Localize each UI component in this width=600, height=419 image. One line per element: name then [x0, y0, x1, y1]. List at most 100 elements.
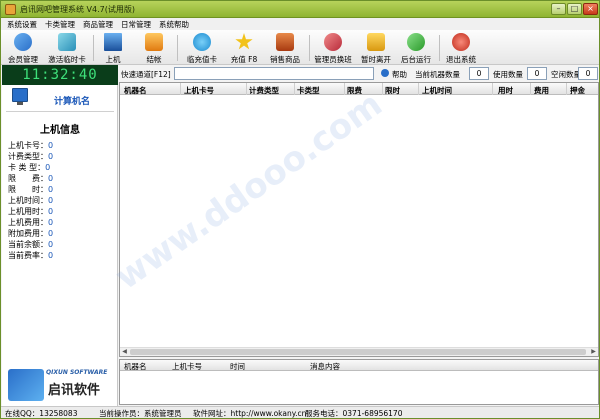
- col-separator: [382, 83, 383, 95]
- minimize-button[interactable]: –: [551, 3, 566, 15]
- info-row-extra-fee: 附加费用：0: [8, 229, 54, 238]
- sell-goods-button[interactable]: 销售商品: [265, 31, 305, 64]
- quick-channel-input[interactable]: [174, 67, 374, 80]
- scroll-thumb[interactable]: [130, 349, 586, 355]
- col-separator: [294, 83, 295, 95]
- idle-count-label: 空闲数量: [551, 70, 581, 79]
- cart-icon: [276, 33, 294, 51]
- help-icon[interactable]: [381, 69, 389, 77]
- session-info-title: 上机信息: [40, 125, 80, 136]
- status-bar: 在线QQ：13258083 当前操作员：系统管理员 软件网址：http://ww…: [1, 406, 599, 418]
- col-start-time[interactable]: 上机时间: [422, 85, 452, 96]
- msg-col-machine[interactable]: 机器名: [124, 361, 147, 372]
- members-button[interactable]: 会员管理: [3, 31, 43, 64]
- message-grid[interactable]: 机器名 上机卡号 时间 消息内容: [119, 359, 599, 405]
- menu-daily-management[interactable]: 日常管理: [121, 19, 151, 30]
- col-fee[interactable]: 费用: [534, 85, 549, 96]
- info-row-start-time: 上机时间：0: [8, 196, 54, 205]
- horizontal-scrollbar[interactable]: ◀ ▶: [120, 347, 598, 356]
- msg-col-content[interactable]: 消息内容: [310, 361, 340, 372]
- menu-system-help[interactable]: 系统帮助: [159, 19, 189, 30]
- machine-count-value: 0: [469, 67, 489, 80]
- exit-system-button[interactable]: 退出系统: [443, 31, 479, 64]
- admin-shift-label: 管理员换班: [314, 55, 352, 64]
- admin-shift-button[interactable]: 管理员换班: [311, 31, 355, 64]
- computer-on-button[interactable]: 上机: [97, 31, 129, 64]
- col-separator: [418, 83, 419, 95]
- toolbar: 会员管理 激活临时卡 上机 结帐 临充值卡 充值 F8 销售商品 管理员换班 暂…: [1, 30, 599, 65]
- star-recharge-icon: [235, 33, 253, 50]
- col-fee-limit[interactable]: 限费: [347, 85, 362, 96]
- info-row-session-fee: 上机费用：0: [8, 218, 54, 227]
- computer-on-label: 上机: [105, 55, 121, 64]
- info-row-used-time: 上机用时：0: [8, 207, 54, 216]
- menu-goods-management[interactable]: 商品管理: [83, 19, 113, 30]
- info-row-card-type: 卡 类 型：0: [8, 163, 51, 172]
- admin-shift-icon: [324, 33, 342, 51]
- info-row-card-no: 上机卡号：0: [8, 141, 54, 150]
- exit-system-label: 退出系统: [446, 55, 476, 64]
- members-icon: [14, 33, 32, 51]
- status-website[interactable]: 软件网址：http://www.okany.cn: [193, 408, 306, 419]
- machine-grid[interactable]: 机器名 上机卡号 计费类型 卡类型 限费 限时 上机时间 用时 费用 押金 ◀ …: [119, 82, 599, 357]
- scroll-left-icon[interactable]: ◀: [120, 348, 129, 356]
- skype-recharge-icon: [193, 33, 211, 51]
- activate-temp-card-button[interactable]: 激活临时卡: [45, 31, 89, 64]
- close-button[interactable]: ×: [583, 3, 598, 15]
- sell-goods-label: 销售商品: [270, 55, 300, 64]
- window-title: 启讯网吧管理系统 V4.7(试用版): [20, 5, 135, 14]
- temp-leave-button[interactable]: 暂时离开: [357, 31, 395, 64]
- recharge-card-button[interactable]: 临充值卡: [181, 31, 223, 64]
- menu-system-settings[interactable]: 系统设置: [7, 19, 37, 30]
- app-window: 启讯网吧管理系统 V4.7(试用版) – □ × 系统设置 卡类管理 商品管理 …: [0, 0, 600, 419]
- checkout-icon: [145, 33, 163, 51]
- col-card-no[interactable]: 上机卡号: [184, 85, 214, 96]
- col-separator: [566, 83, 567, 95]
- activate-temp-card-label: 激活临时卡: [48, 55, 86, 64]
- recharge-f8-label: 充值 F8: [230, 55, 258, 64]
- msg-col-card-no[interactable]: 上机卡号: [172, 361, 202, 372]
- idle-count-value: 0: [578, 67, 598, 80]
- temp-card-icon: [58, 33, 76, 51]
- status-phone: 服务电话：0371-68956170: [305, 409, 403, 418]
- maximize-button[interactable]: □: [567, 3, 582, 15]
- status-operator: 当前操作员：系统管理员: [99, 409, 182, 418]
- computer-on-icon: [104, 33, 122, 51]
- used-count-label: 使用数量: [493, 70, 523, 79]
- background-run-button[interactable]: 后台运行: [397, 31, 435, 64]
- checkout-label: 结帐: [146, 55, 162, 64]
- temp-leave-label: 暂时离开: [361, 55, 391, 64]
- recharge-card-label: 临充值卡: [187, 55, 217, 64]
- info-row-balance: 当前余额：0: [8, 240, 54, 249]
- background-run-label: 后台运行: [401, 55, 431, 64]
- info-row-billing-type: 计费类型：0: [8, 152, 54, 161]
- title-bar[interactable]: 启讯网吧管理系统 V4.7(试用版) – □ ×: [1, 1, 599, 18]
- col-deposit[interactable]: 押金: [570, 85, 585, 96]
- clock-display: 11:32:40: [2, 65, 118, 85]
- col-separator: [180, 83, 181, 95]
- menu-card-management[interactable]: 卡类管理: [45, 19, 75, 30]
- grid-header: 机器名 上机卡号 计费类型 卡类型 限费 限时 上机时间 用时 费用 押金: [120, 83, 598, 95]
- col-separator: [492, 83, 493, 95]
- col-separator: [530, 83, 531, 95]
- msg-col-time[interactable]: 时间: [230, 361, 245, 372]
- col-time-limit[interactable]: 限时: [385, 85, 400, 96]
- scroll-right-icon[interactable]: ▶: [589, 348, 598, 356]
- machine-count-label: 当前机器数量: [415, 70, 460, 79]
- background-run-icon: [407, 33, 425, 51]
- members-label: 会员管理: [8, 55, 38, 64]
- recharge-f8-button[interactable]: 充值 F8: [227, 31, 261, 64]
- status-qq: 在线QQ：13258083: [5, 409, 78, 418]
- help-label[interactable]: 帮助: [392, 69, 407, 80]
- logo-icon: [8, 369, 44, 401]
- col-billing-type[interactable]: 计费类型: [249, 85, 279, 96]
- checkout-button[interactable]: 结帐: [137, 31, 171, 64]
- col-separator: [246, 83, 247, 95]
- col-machine-name[interactable]: 机器名: [124, 85, 147, 96]
- info-row-rate: 当前费率：0: [8, 251, 54, 260]
- logo-en-text: QIXUN SOFTWARE: [46, 369, 108, 376]
- col-used-time[interactable]: 用时: [498, 85, 513, 96]
- col-separator: [344, 83, 345, 95]
- col-card-type[interactable]: 卡类型: [297, 85, 320, 96]
- info-row-time-limit: 限 时：0: [8, 185, 54, 194]
